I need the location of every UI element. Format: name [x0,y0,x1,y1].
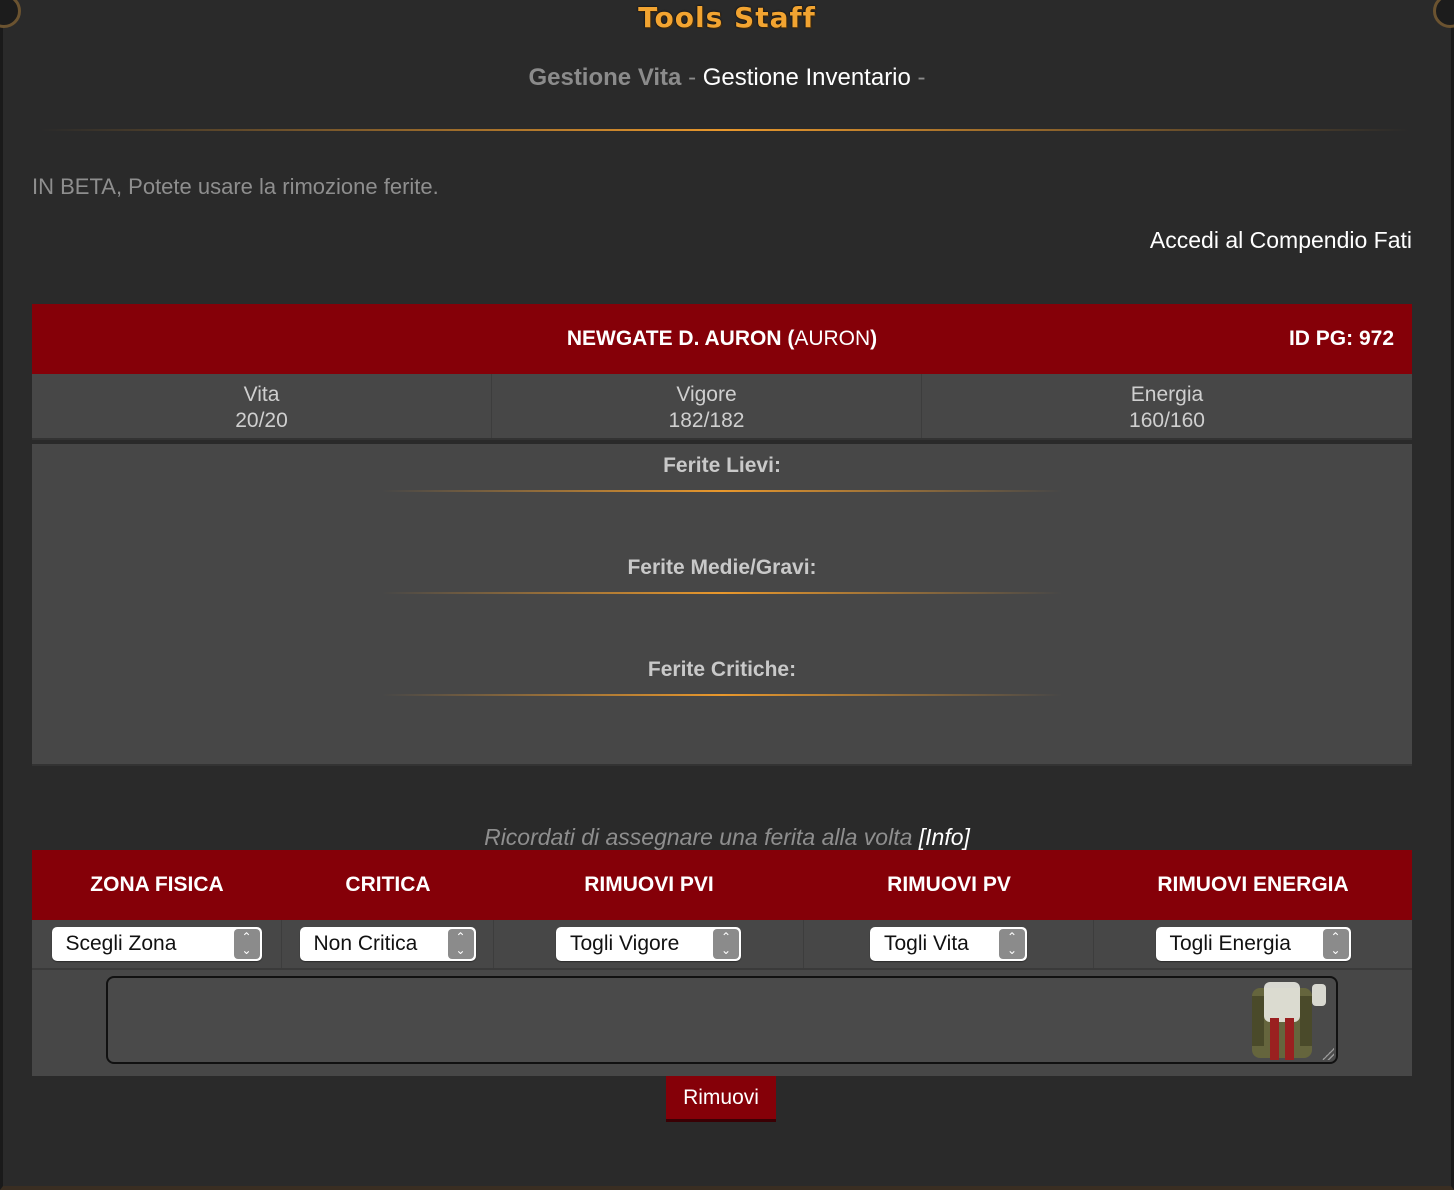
chevron-updown-icon: ⌃ ⌄ [713,929,739,959]
cell-pv: Togli Vita ⌃ ⌄ [804,920,1094,968]
wounds-medie-divider [382,592,1062,594]
column-zona-fisica: ZONA FISICA [90,873,224,896]
stat-label: Vigore [676,383,737,406]
cell-critica: Non Critica ⌃ ⌄ [282,920,494,968]
wounds-panel: Ferite Lievi: Ferite Medie/Gravi: Ferite… [32,444,1412,766]
cell-zona: Scegli Zona ⌃ ⌄ [32,920,282,968]
cell-pvi: Togli Vigore ⌃ ⌄ [494,920,804,968]
form-header: ZONA FISICA CRITICA RIMUOVI PVI RIMUOVI … [32,850,1412,920]
wounds-lievi-divider [382,490,1062,492]
stat-energia: Energia 160/160 [922,374,1412,438]
rimuovi-pv-select[interactable]: Togli Vita ⌃ ⌄ [870,927,1027,961]
stat-label: Energia [1130,383,1204,406]
chevron-updown-icon: ⌃ ⌄ [233,929,260,959]
character-header: NEWGATE D. AURON (AURON) ID PG: 972 [32,304,1412,374]
stat-vita: Vita 20/20 [32,374,492,438]
stat-value: 182/182 [668,409,745,432]
chevron-updown-icon: ⌃ ⌄ [447,929,474,959]
column-rimuovi-pvi: RIMUOVI PVI [584,873,714,896]
column-critica: CRITICA [345,873,431,896]
critica-select[interactable]: Non Critica ⌃ ⌄ [299,927,476,961]
rimuovi-energia-select[interactable]: Togli Energia ⌃ ⌄ [1155,927,1351,961]
nav-separator: - [910,64,926,91]
header-divider [40,129,1410,131]
character-figure-icon [1252,982,1326,1060]
beta-notice: IN BETA, Potete usare la rimozione ferit… [32,174,439,199]
character-nick: AURON [794,327,871,350]
column-rimuovi-pv: RIMUOVI PV [887,873,1011,896]
resize-handle-icon[interactable] [1322,1048,1334,1060]
stat-value: 160/160 [1129,409,1205,432]
rimuovi-button[interactable]: Rimuovi [666,1076,776,1122]
notes-textarea[interactable] [106,976,1338,1064]
wounds-critiche-divider [382,694,1062,696]
character-name: NEWGATE D. AURON (AURON) [566,327,878,350]
wounds-lievi-title: Ferite Lievi: [663,454,781,477]
nav-gestione-inventario[interactable]: Gestione Inventario [703,64,911,91]
staff-subnav: Gestione Vita - Gestione Inventario - [0,62,1454,94]
notes-row [32,970,1412,1076]
chevron-updown-icon: ⌃ ⌄ [999,929,1025,959]
nav-gestione-vita[interactable]: Gestione Vita [528,64,681,91]
cell-energia: Togli Energia ⌃ ⌄ [1094,920,1412,968]
character-id: ID PG: 972 [1288,327,1394,350]
page-title: Tools Staff [638,1,816,34]
rimuovi-pvi-select[interactable]: Togli Vigore ⌃ ⌄ [556,927,741,961]
character-stats: Vita 20/20 Vigore 182/182 Energia 160/16… [32,374,1412,440]
form-selects-row: Scegli Zona ⌃ ⌄ Non Critica ⌃ ⌄ Togli Vigo… [32,920,1412,970]
chevron-updown-icon: ⌃ ⌄ [1322,929,1349,959]
stat-vigore: Vigore 182/182 [492,374,922,438]
wounds-medie-title: Ferite Medie/Gravi: [627,556,817,579]
info-link[interactable]: [Info] [919,824,970,850]
zona-select[interactable]: Scegli Zona ⌃ ⌄ [51,927,262,961]
compendio-fati-link[interactable]: Accedi al Compendio Fati [1150,224,1412,256]
nav-separator: - [681,64,703,91]
column-rimuovi-energia: RIMUOVI ENERGIA [1157,873,1349,896]
reminder-text: Ricordati di assegnare una ferita alla v… [484,824,970,850]
wounds-critiche-title: Ferite Critiche: [647,658,797,681]
stat-value: 20/20 [235,409,288,432]
stat-label: Vita [243,383,280,406]
